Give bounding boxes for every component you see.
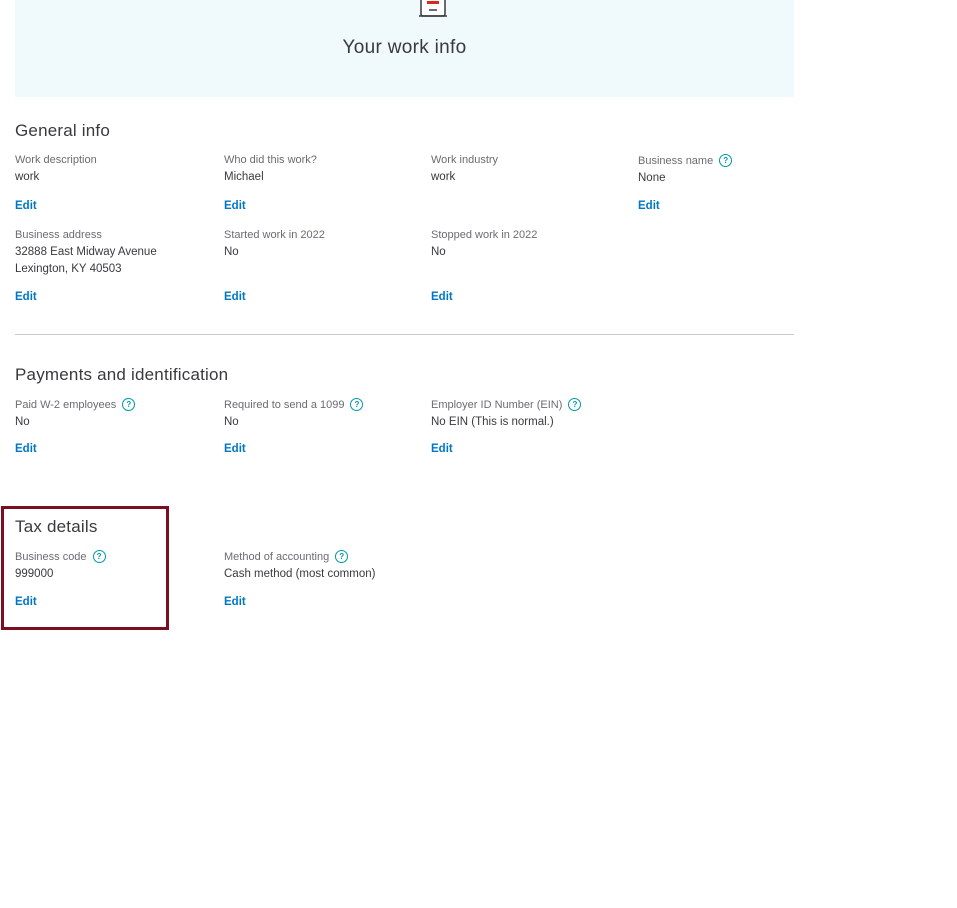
help-icon[interactable]: ?	[350, 398, 364, 411]
field-value: None	[638, 172, 666, 184]
field-value: No	[15, 416, 30, 428]
edit-method-of-accounting-link[interactable]: Edit	[224, 596, 246, 608]
field-who-did-work: Who did this work? Michael	[224, 154, 424, 186]
field-value-line1: 32888 East Midway Avenue	[15, 246, 157, 258]
edit-paid-w2-link[interactable]: Edit	[15, 443, 37, 455]
edit-who-did-work-link[interactable]: Edit	[224, 200, 246, 212]
field-label-text: Method of accounting	[224, 550, 330, 563]
field-stopped-work: Stopped work in 2022 No	[431, 229, 631, 261]
field-label: Business name ?	[638, 154, 838, 167]
field-label-text: Paid W-2 employees	[15, 398, 117, 411]
field-paid-w2-employees: Paid W-2 employees ? No	[15, 398, 215, 431]
field-value: work	[15, 171, 40, 183]
edit-employer-id-link[interactable]: Edit	[431, 443, 453, 455]
help-icon[interactable]: ?	[719, 154, 733, 167]
field-label: Stopped work in 2022	[431, 229, 538, 241]
field-label: Work industry	[431, 154, 499, 166]
field-label: Who did this work?	[224, 154, 317, 166]
field-method-of-accounting: Method of accounting ? Cash method (most…	[224, 550, 424, 583]
field-label-text: Required to send a 1099	[224, 398, 345, 411]
edit-started-work-link[interactable]: Edit	[224, 291, 246, 303]
edit-business-name-link[interactable]: Edit	[638, 200, 660, 212]
work-info-page: Your work info General info Work descrip…	[0, 0, 957, 908]
edit-required-1099-link[interactable]: Edit	[224, 443, 246, 455]
field-business-address: Business address 32888 East Midway Avenu…	[15, 229, 215, 278]
field-value: No	[224, 246, 239, 258]
help-icon[interactable]: ?	[335, 550, 349, 563]
edit-stopped-work-link[interactable]: Edit	[431, 291, 453, 303]
field-work-description: Work description work	[15, 154, 215, 186]
field-label-text: Employer ID Number (EIN)	[431, 398, 563, 411]
work-info-header: Your work info	[15, 0, 794, 97]
field-value-line2: Lexington, KY 40503	[15, 263, 122, 275]
general-info-title: General info	[15, 121, 111, 140]
field-value: No	[431, 246, 446, 258]
edit-work-description-link[interactable]: Edit	[15, 200, 37, 212]
field-label: Paid W-2 employees ?	[15, 398, 215, 411]
field-business-name: Business name ? None	[638, 154, 838, 187]
field-label: Business address	[15, 229, 102, 241]
field-value: work	[431, 171, 456, 183]
field-value: No EIN (This is normal.)	[431, 416, 554, 428]
tax-details-highlight	[1, 506, 169, 630]
field-required-1099: Required to send a 1099 ? No	[224, 398, 424, 431]
section-divider	[15, 334, 794, 335]
field-label-text: Business name	[638, 154, 714, 167]
field-label: Employer ID Number (EIN) ?	[431, 398, 691, 411]
help-icon[interactable]: ?	[568, 398, 582, 411]
field-label: Work description	[15, 154, 97, 166]
field-value: Cash method (most common)	[224, 568, 376, 580]
payments-title: Payments and identification	[15, 365, 229, 384]
field-label: Required to send a 1099 ?	[224, 398, 424, 411]
field-value: Michael	[224, 171, 264, 183]
field-label: Started work in 2022	[224, 229, 325, 241]
field-value: No	[224, 416, 239, 428]
page-title: Your work info	[342, 37, 467, 58]
laptop-briefcase-icon	[419, 0, 447, 17]
help-icon[interactable]: ?	[122, 398, 136, 411]
field-work-industry: Work industry work	[431, 154, 631, 186]
field-started-work: Started work in 2022 No	[224, 229, 424, 261]
edit-business-address-link[interactable]: Edit	[15, 291, 37, 303]
field-label: Method of accounting ?	[224, 550, 424, 563]
field-employer-id: Employer ID Number (EIN) ? No EIN (This …	[431, 398, 691, 431]
